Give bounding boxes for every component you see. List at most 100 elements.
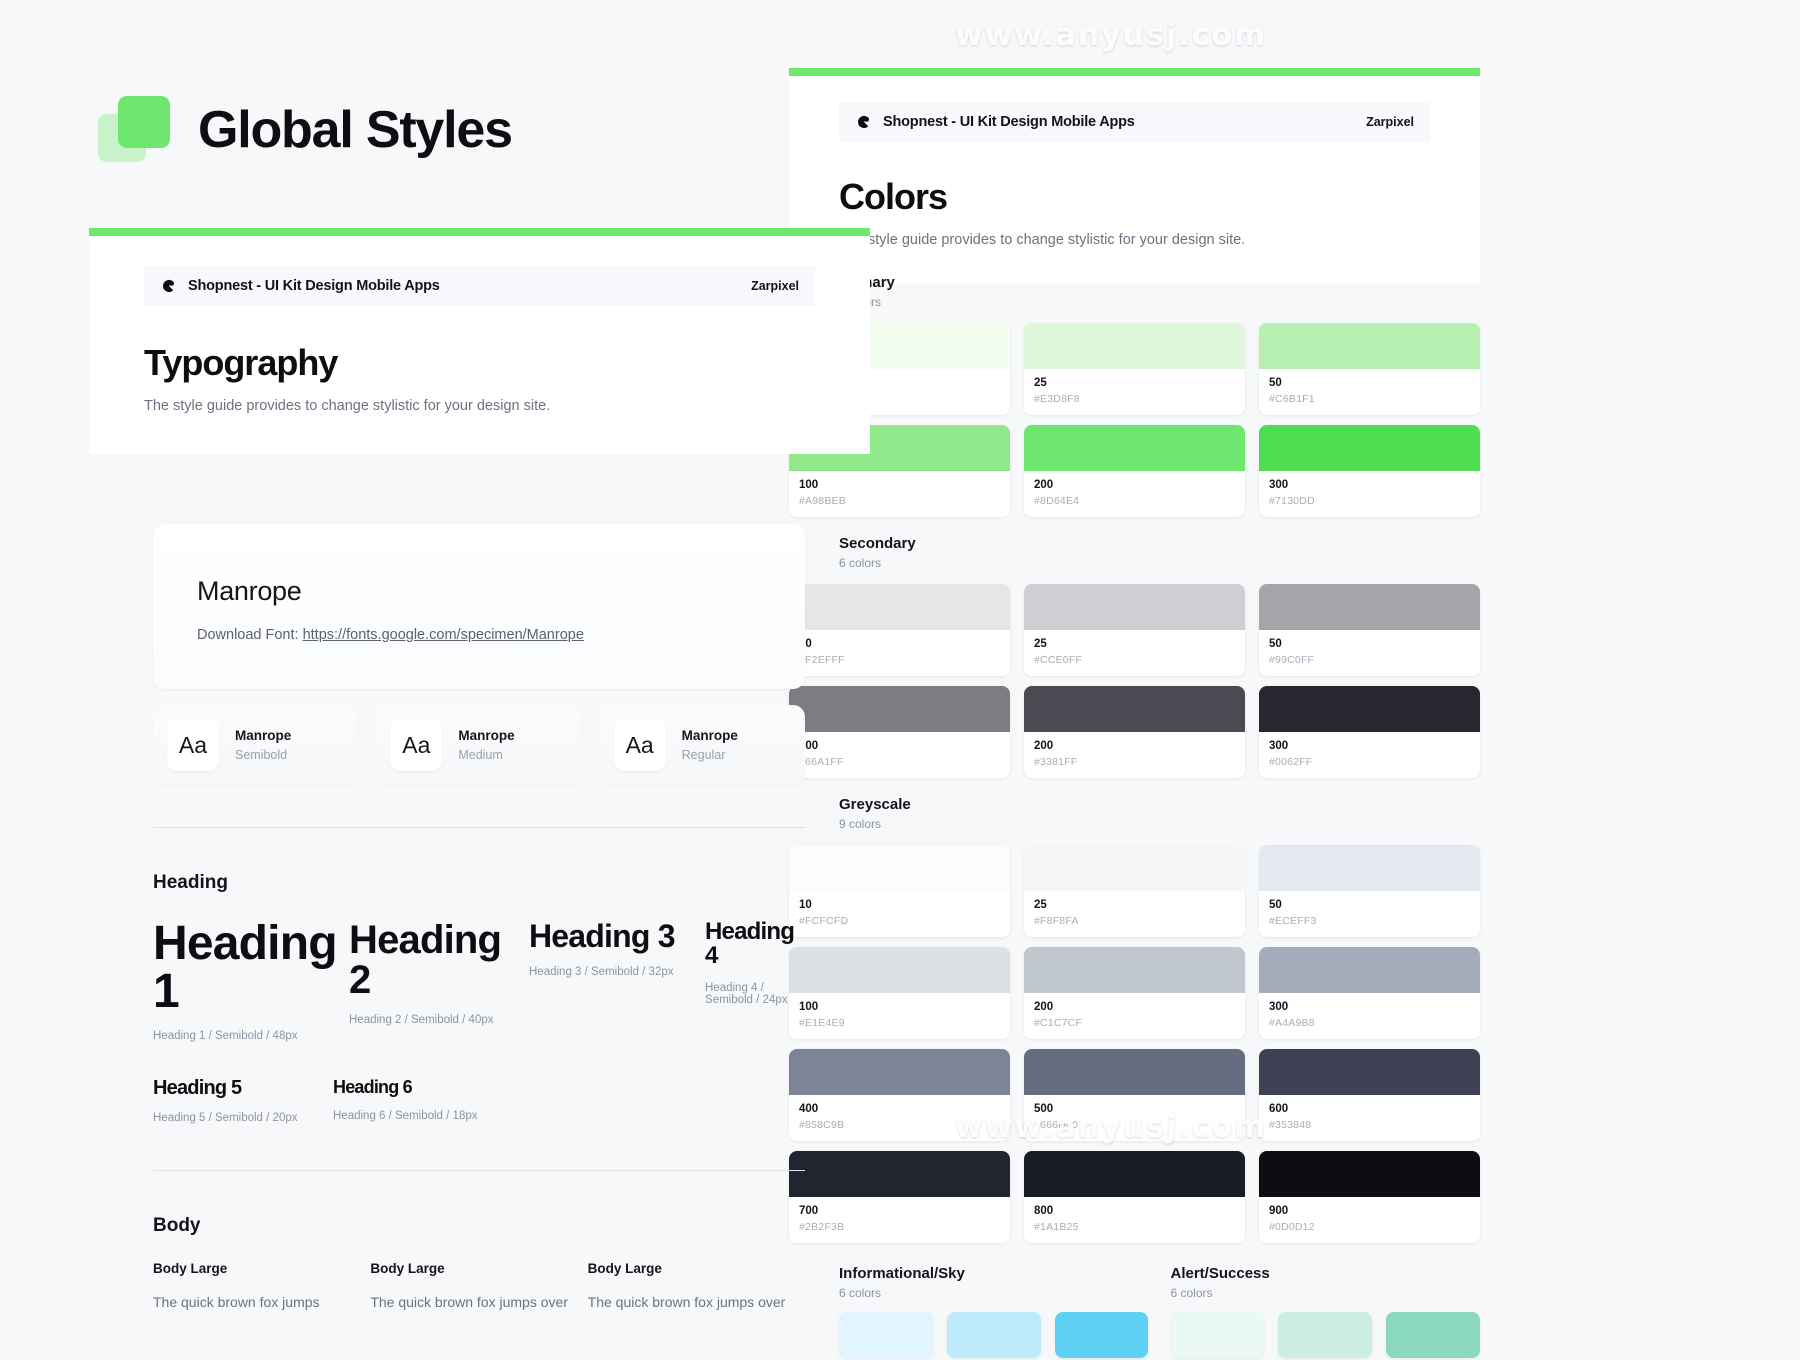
color-swatch[interactable]: 300#0062FF — [1259, 686, 1480, 778]
colors-panel: Shopnest - UI Kit Design Mobile Apps Zar… — [789, 68, 1480, 284]
color-swatch[interactable]: 50#99C0FF — [1259, 584, 1480, 676]
color-swatch[interactable]: 600#353848 — [1259, 1049, 1480, 1141]
color-chip — [1024, 845, 1245, 891]
color-group-title: Greyscale — [839, 796, 1480, 813]
color-swatch[interactable]: 700#2B2F3B — [789, 1151, 1010, 1243]
color-grid: 10#F3FEEF25#E3D8F850#C6B1F1100#A98BEB200… — [789, 323, 1480, 517]
color-chip — [1259, 1049, 1480, 1095]
font-download-prefix: Download Font: — [197, 627, 303, 643]
color-group-head: Primary6 colors — [789, 256, 1480, 323]
color-key: 25 — [1034, 377, 1235, 389]
colors-author: Zarpixel — [1366, 115, 1414, 129]
color-key: 50 — [1269, 899, 1470, 911]
color-swatch[interactable]: 200 #3381FF — [1024, 686, 1245, 778]
color-group-head: Secondary 6 colors — [789, 517, 1480, 584]
color-key: 600 — [1269, 1103, 1470, 1115]
color-swatch[interactable]: 10#F2EFFF — [789, 584, 1010, 676]
color-swatch[interactable]: 500 #666D80 — [1024, 1049, 1245, 1141]
color-meta: 300#7130DD — [1259, 471, 1480, 517]
body-sample-label: Body Large — [370, 1261, 587, 1276]
color-meta: 25#F8F8FA — [1024, 891, 1245, 937]
color-group-count: 6 colors — [839, 556, 1480, 570]
colors-brandline: Shopnest - UI Kit Design Mobile Apps — [855, 113, 1135, 131]
weight-style: Medium — [458, 748, 514, 762]
color-swatch[interactable]: 100#E1E4E9 — [789, 947, 1010, 1039]
color-swatch[interactable]: 200#C1C7CF — [1024, 947, 1245, 1039]
color-key: 25 — [1034, 899, 1235, 911]
color-row — [1171, 1312, 1481, 1358]
color-group-title: Primary — [839, 274, 1480, 291]
color-swatch[interactable] — [1386, 1312, 1480, 1358]
color-row: 100#A98BEB200#8D64E4300#7130DD — [789, 425, 1480, 517]
font-download-link[interactable]: https://fonts.google.com/specimen/Manrop… — [303, 627, 584, 643]
heading-sample-meta: Heading 2 / Semibold / 40px — [349, 1014, 529, 1026]
color-swatch[interactable]: 900#0D0D12 — [1259, 1151, 1480, 1243]
font-weight-card: AaManropeRegular — [600, 705, 805, 785]
typography-author: Zarpixel — [751, 279, 799, 293]
heading-sample-text: Heading 6 — [333, 1078, 513, 1096]
color-meta: 25#E3D8F8 — [1024, 369, 1245, 415]
color-chip — [1024, 584, 1245, 630]
color-group-count: 9 colors — [839, 817, 1480, 831]
color-key: 500 — [1034, 1103, 1235, 1115]
color-swatch[interactable] — [947, 1312, 1041, 1358]
color-group-title: Secondary — [839, 535, 1480, 552]
heading-row-top: Heading 1Heading 1 / Semibold / 48pxHead… — [153, 920, 805, 1042]
color-hex: #0D0D12 — [1269, 1221, 1470, 1233]
weight-family: Manrope — [682, 728, 738, 743]
color-swatch[interactable]: 25#F8F8FA — [1024, 845, 1245, 937]
color-hex: #3381FF — [1034, 756, 1235, 768]
color-swatch[interactable]: 50#ECEFF3 — [1259, 845, 1480, 937]
font-weight-card-list: Aa ManropeSemiboldAa Manrope Medium AaManrop… — [153, 705, 805, 785]
extra-group-sky: Informational/Sky6 colors — [839, 1265, 1149, 1358]
heading-sample-item: Heading 4Heading 4 / Semibold / 24px — [705, 920, 805, 1042]
color-chip — [1259, 845, 1480, 891]
color-chip — [1278, 1312, 1372, 1358]
color-chip — [789, 1151, 1010, 1197]
color-hex: #666D80 — [1034, 1119, 1235, 1131]
color-swatch[interactable]: 300#A4A9B8 — [1259, 947, 1480, 1039]
color-swatch[interactable]: 25#E3D8F8 — [1024, 323, 1245, 415]
color-swatch[interactable]: 400#858C9B — [789, 1049, 1010, 1141]
body-sample-item: Body LargeThe quick brown fox jumps — [153, 1261, 370, 1313]
color-row: 10#F2EFFF25#CCE0FF 50#99C0FF — [789, 584, 1480, 676]
aa-sample: Aa — [167, 719, 219, 771]
color-hex: #FCFCFD — [799, 915, 1000, 927]
color-meta: 50#99C0FF — [1259, 630, 1480, 676]
color-swatch[interactable] — [839, 1312, 933, 1358]
color-swatch[interactable]: 50#C6B1F1 — [1259, 323, 1480, 415]
font-weight-card: Aa ManropeSemibold — [153, 705, 358, 785]
color-key: 100 — [799, 740, 1000, 752]
colors-brand-text: Shopnest - UI Kit Design Mobile Apps — [883, 114, 1135, 130]
color-hex: #7130DD — [1269, 495, 1470, 507]
divider-above-body — [153, 1170, 805, 1171]
color-meta: 300#0062FF — [1259, 732, 1480, 778]
color-swatch[interactable]: 800#1A1B25 — [1024, 1151, 1245, 1243]
heading-section-label: Heading — [153, 872, 805, 894]
color-hex: #0062FF — [1269, 756, 1470, 768]
color-meta: 200 #3381FF — [1024, 732, 1245, 778]
color-swatch[interactable]: 100#66A1FF — [789, 686, 1010, 778]
heading-sample-meta: Heading 3 / Semibold / 32px — [529, 966, 705, 978]
color-hex: #E1E4E9 — [799, 1017, 1000, 1029]
color-swatch[interactable] — [1055, 1312, 1149, 1358]
color-swatch[interactable]: 25#CCE0FF — [1024, 584, 1245, 676]
color-key: 200 — [1034, 740, 1235, 752]
color-chip — [789, 845, 1010, 891]
heading-sample-text: Heading 4 — [705, 920, 805, 968]
colors-heading: Colors — [839, 176, 1430, 218]
color-swatch[interactable] — [1171, 1312, 1265, 1358]
color-chip — [1259, 584, 1480, 630]
heading-sample-item: Heading 5Heading 5 / Semibold / 20px — [153, 1078, 333, 1124]
body-sample-item: Body LargeThe quick brown fox jumps over — [370, 1261, 587, 1313]
color-hex: #A4A9B8 — [1269, 1017, 1470, 1029]
heading-sample-item: Heading 2Heading 2 / Semibold / 40px — [349, 920, 529, 1042]
color-hex: #99C0FF — [1269, 654, 1470, 666]
typography-content: Manrope Download Font: https://fonts.goo… — [153, 524, 805, 1313]
color-swatch[interactable]: 200#8D64E4 — [1024, 425, 1245, 517]
weight-info: ManropeSemibold — [235, 728, 291, 762]
color-chip — [1386, 1312, 1480, 1358]
color-swatch[interactable]: 10#FCFCFD — [789, 845, 1010, 937]
color-swatch[interactable] — [1278, 1312, 1372, 1358]
color-swatch[interactable]: 300#7130DD — [1259, 425, 1480, 517]
